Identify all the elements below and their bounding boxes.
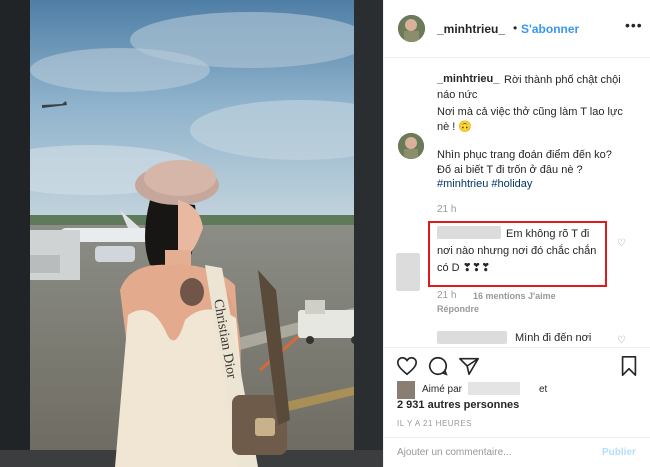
caption-line: Rời thành phố chật chội [504, 74, 621, 86]
likes-count[interactable]: 2 931 autres personnes [397, 399, 519, 411]
liked-and-label: et [539, 384, 548, 395]
post-actions: Aimé par et 2 931 autres personnes IL Y … [384, 347, 650, 467]
caption-line: nè ! 🙃 [437, 121, 473, 133]
post-photo[interactable]: Christian Dior [0, 0, 383, 467]
comments-list[interactable]: _minhtrieu_ Rời thành phố chật chội náo … [384, 59, 650, 347]
comment-time[interactable]: 21 h [437, 290, 456, 301]
like-heart-icon[interactable] [396, 355, 418, 377]
reply-button[interactable]: Répondre [437, 304, 479, 314]
caption-line: náo nức [437, 89, 478, 101]
comment-form: Ajouter un commentaire... Publier [384, 437, 650, 467]
comment-input[interactable]: Ajouter un commentaire... [397, 447, 512, 458]
separator-dot: • [513, 21, 518, 35]
comment-bubble-icon[interactable] [427, 355, 449, 377]
follow-button[interactable]: S'abonner [521, 22, 579, 36]
caption-username[interactable]: _minhtrieu_ [437, 73, 499, 85]
publish-button[interactable]: Publier [602, 447, 636, 458]
share-arrow-icon[interactable] [458, 355, 480, 377]
comment-like-icon[interactable]: ♡ [617, 335, 626, 346]
comment-likes-count[interactable]: 16 mentions J'aime [473, 291, 556, 301]
post-header: _minhtrieu_ • S'abonner ••• [384, 0, 650, 58]
highlight-box [428, 221, 607, 287]
commenter-username-blurred[interactable] [437, 331, 507, 344]
author-avatar[interactable] [398, 15, 425, 42]
author-username[interactable]: _minhtrieu_ [437, 22, 505, 36]
caption-avatar[interactable] [398, 133, 424, 159]
liker-avatar[interactable] [397, 381, 415, 399]
liked-by-label: Aimé par [422, 384, 463, 395]
caption-time[interactable]: 21 h [437, 204, 456, 215]
comment-like-icon[interactable]: ♡ [617, 238, 626, 249]
caption-line: Đố ai biết T đi trốn ở đâu nè ? [437, 164, 583, 176]
photo-image: Christian Dior [0, 0, 383, 467]
caption-line: Nhìn phục trang đoán điểm đến ko? [437, 149, 612, 161]
commenter-avatar-blurred[interactable] [396, 253, 420, 291]
liker-username-blurred[interactable] [468, 382, 520, 395]
caption-line: Nơi mà cả việc thở cũng làm T lao lực [437, 106, 623, 118]
comment-line: Mình đi đến nơi [515, 332, 592, 344]
bookmark-icon[interactable] [618, 355, 640, 377]
hashtag-links[interactable]: #minhtrieu #holiday [437, 178, 532, 190]
more-options-icon[interactable]: ••• [625, 17, 643, 33]
post-timestamp[interactable]: IL Y A 21 HEURES [397, 419, 472, 428]
